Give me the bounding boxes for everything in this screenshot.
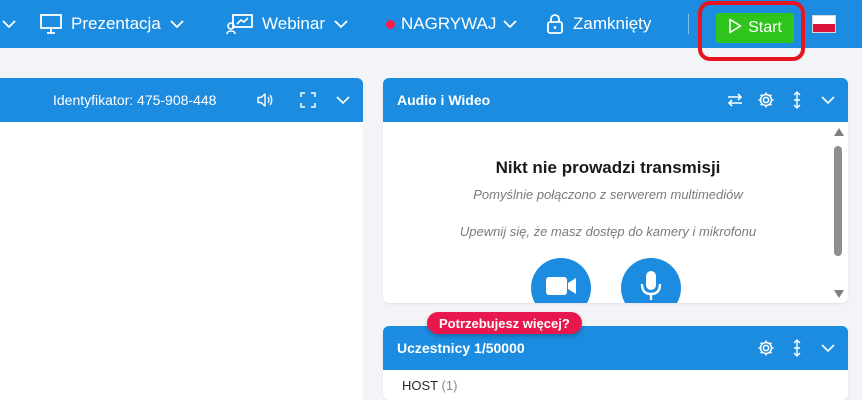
chevron-down-icon — [502, 16, 518, 32]
play-icon — [728, 18, 742, 39]
host-group-label[interactable]: HOST — [402, 378, 438, 393]
swap-icon[interactable] — [726, 91, 744, 109]
lock-status-label: Zamknięty — [573, 14, 652, 33]
presentation-label: Prezentacja — [71, 14, 161, 33]
scroll-thumb[interactable] — [834, 146, 842, 256]
scroll-down-arrow-icon[interactable] — [834, 290, 844, 298]
presentation-menu[interactable]: Prezentacja — [39, 0, 185, 48]
audio-video-title: Audio i Wideo — [397, 92, 491, 108]
gear-icon[interactable] — [757, 91, 775, 109]
record-menu[interactable]: NAGRYWAJ — [386, 0, 518, 48]
fullscreen-icon[interactable] — [300, 92, 316, 111]
resize-handle-icon[interactable] — [788, 339, 806, 357]
room-lock-toggle[interactable]: Zamknięty — [545, 0, 651, 48]
participants-panel: Uczestnicy 1/50000 HOST (1) — [383, 326, 848, 400]
no-stream-heading: Nikt nie prowadzi transmisji — [495, 158, 721, 177]
main-stage-panel: Identyfikator: 475-908-448 — [0, 78, 363, 400]
main-stage-header: Identyfikator: 475-908-448 — [0, 78, 363, 122]
webinar-label: Webinar — [262, 14, 325, 33]
device-access-hint: Upewnij się, że masz dostęp do kamery i … — [459, 224, 757, 239]
connection-status-text: Pomyślnie połączono z serwerem multimedi… — [473, 187, 743, 202]
audio-video-header: Audio i Wideo — [383, 78, 848, 122]
audio-video-scrollbar[interactable] — [831, 122, 845, 303]
host-group-count: (1) — [441, 378, 458, 393]
start-button[interactable]: Start — [716, 13, 794, 43]
chevron-down-icon[interactable] — [335, 92, 351, 111]
meeting-identifier: Identyfikator: 475-908-448 — [53, 92, 217, 108]
audio-video-panel: Audio i Wideo Nikt nie prowadzi transmis… — [383, 78, 848, 303]
scroll-up-arrow-icon[interactable] — [834, 128, 844, 136]
speaker-icon[interactable] — [256, 92, 274, 111]
top-toolbar: Prezentacja Webinar NAGRYWAJ Zamknięty S… — [0, 0, 862, 61]
lock-icon — [545, 12, 565, 36]
camera-icon — [545, 275, 577, 302]
start-button-highlight: Start — [698, 1, 805, 61]
microphone-icon — [640, 270, 662, 304]
camera-button[interactable] — [531, 258, 591, 303]
upgrade-promo-badge[interactable]: Potrzebujesz więcej? — [427, 312, 582, 334]
webinar-menu[interactable]: Webinar — [226, 0, 349, 48]
microphone-button[interactable] — [621, 258, 681, 303]
gear-icon[interactable] — [757, 339, 775, 357]
webinar-icon — [226, 12, 254, 36]
audio-video-body: Nikt nie prowadzi transmisji Pomyślnie p… — [383, 122, 848, 303]
participants-title: Uczestnicy 1/50000 — [397, 340, 525, 356]
previous-menu-chevron[interactable] — [2, 0, 18, 48]
resize-handle-icon[interactable] — [788, 91, 806, 109]
chevron-down-icon — [333, 16, 349, 32]
toolbar-divider — [688, 14, 689, 34]
record-dot-icon — [386, 19, 395, 29]
record-label: NAGRYWAJ — [401, 14, 497, 33]
chevron-down-icon[interactable] — [819, 339, 837, 357]
participants-list: HOST (1) — [383, 370, 848, 393]
language-flag-icon[interactable] — [812, 15, 836, 33]
start-label: Start — [748, 19, 782, 36]
chevron-down-icon — [169, 16, 185, 32]
chevron-down-icon — [2, 16, 18, 32]
chevron-down-icon[interactable] — [819, 91, 837, 109]
presentation-icon — [39, 12, 63, 36]
